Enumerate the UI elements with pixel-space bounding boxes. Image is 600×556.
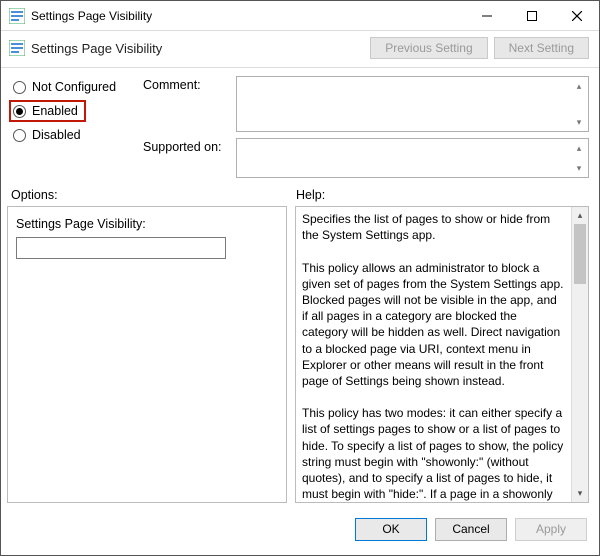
options-section-label: Options:	[11, 188, 296, 202]
window-controls	[464, 1, 599, 30]
comment-label: Comment:	[143, 76, 228, 132]
header-row: Settings Page Visibility Previous Settin…	[1, 31, 599, 63]
radio-icon	[13, 81, 26, 94]
upper-section: Not Configured Enabled Disabled Comment:…	[1, 68, 599, 178]
chevron-down-icon[interactable]: ▾	[572, 115, 586, 129]
chevron-up-icon[interactable]: ▴	[572, 141, 586, 155]
minimize-icon	[482, 11, 492, 21]
minimize-button[interactable]	[464, 1, 509, 30]
comment-row: Comment: ▴ ▾	[143, 76, 589, 132]
help-text: Specifies the list of pages to show or h…	[296, 207, 571, 502]
nav-buttons: Previous Setting Next Setting	[370, 37, 589, 59]
window-title: Settings Page Visibility	[31, 9, 464, 23]
radio-label: Enabled	[32, 104, 78, 118]
radio-label: Disabled	[32, 128, 81, 142]
close-button[interactable]	[554, 1, 599, 30]
settings-visibility-label: Settings Page Visibility:	[16, 217, 276, 231]
state-radio-group: Not Configured Enabled Disabled	[13, 76, 143, 178]
apply-button[interactable]: Apply	[515, 518, 587, 541]
upper-right: Comment: ▴ ▾ Supported on: ▴ ▾	[143, 76, 589, 178]
cancel-button[interactable]: Cancel	[435, 518, 507, 541]
dialog-window: Settings Page Visibility Settings Page V…	[0, 0, 600, 556]
section-labels: Options: Help:	[1, 178, 599, 206]
chevron-up-icon[interactable]: ▴	[572, 79, 586, 93]
enabled-highlight: Enabled	[9, 100, 86, 122]
titlebar: Settings Page Visibility	[1, 1, 599, 31]
footer: OK Cancel Apply	[1, 511, 599, 555]
scroll-thumb[interactable]	[574, 224, 586, 284]
comment-textarea[interactable]: ▴ ▾	[236, 76, 589, 132]
help-panel: Specifies the list of pages to show or h…	[295, 206, 589, 503]
maximize-button[interactable]	[509, 1, 554, 30]
radio-label: Not Configured	[32, 80, 116, 94]
radio-icon	[13, 105, 26, 118]
help-section-label: Help:	[296, 188, 589, 202]
supported-row: Supported on: ▴ ▾	[143, 138, 589, 178]
radio-icon	[13, 129, 26, 142]
lower-section: Settings Page Visibility: Specifies the …	[1, 206, 599, 511]
next-setting-button[interactable]: Next Setting	[494, 37, 589, 59]
close-icon	[572, 11, 582, 21]
policy-icon	[9, 40, 25, 56]
options-panel: Settings Page Visibility:	[7, 206, 287, 503]
maximize-icon	[527, 11, 537, 21]
scroll-track[interactable]	[572, 224, 588, 485]
radio-not-configured[interactable]: Not Configured	[13, 80, 143, 94]
settings-visibility-input[interactable]	[16, 237, 226, 259]
supported-textarea: ▴ ▾	[236, 138, 589, 178]
scroll-up-icon[interactable]: ▴	[572, 207, 588, 224]
chevron-down-icon[interactable]: ▾	[572, 161, 586, 175]
app-icon	[9, 8, 25, 24]
previous-setting-button[interactable]: Previous Setting	[370, 37, 487, 59]
radio-enabled[interactable]: Enabled	[13, 104, 78, 118]
scroll-down-icon[interactable]: ▾	[572, 485, 588, 502]
help-scrollbar[interactable]: ▴ ▾	[571, 207, 588, 502]
policy-title: Settings Page Visibility	[31, 41, 370, 56]
ok-button[interactable]: OK	[355, 518, 427, 541]
supported-label: Supported on:	[143, 138, 228, 178]
radio-disabled[interactable]: Disabled	[13, 128, 143, 142]
